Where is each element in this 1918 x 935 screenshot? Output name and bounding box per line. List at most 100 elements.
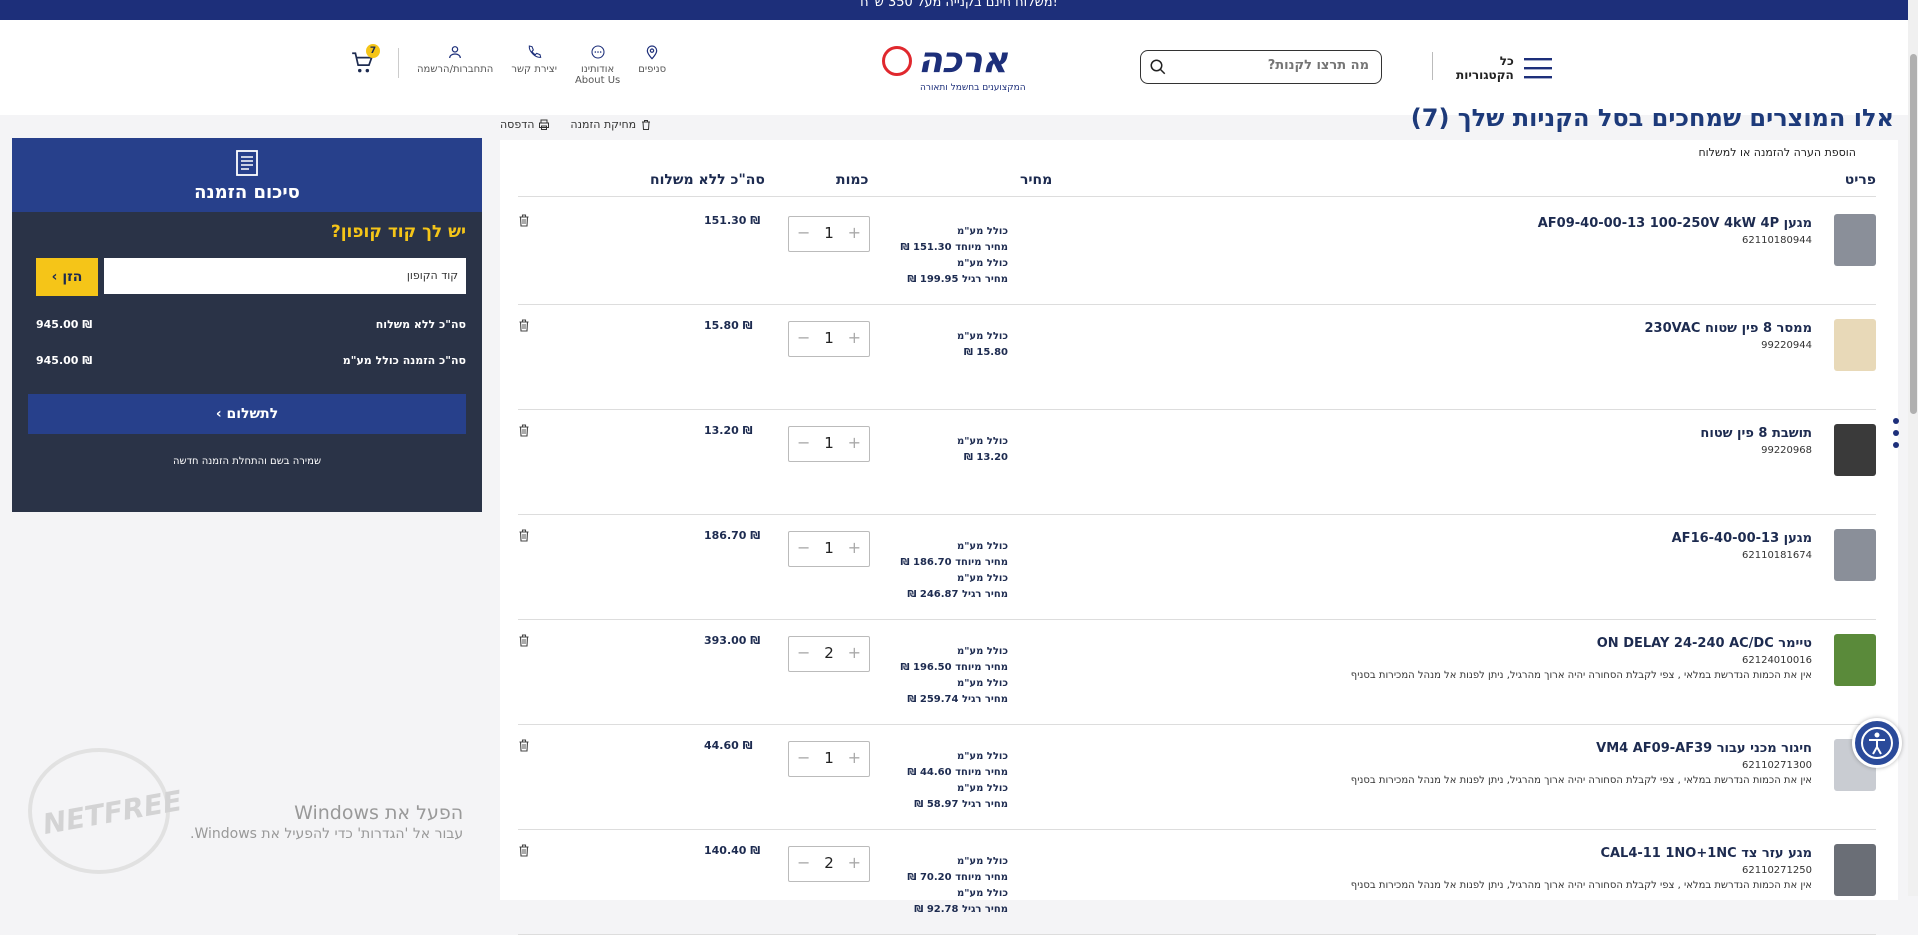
quantity-stepper[interactable]: −1 + [788,531,870,567]
quantity-increase-button[interactable]: + [848,435,861,451]
logo-mark-icon [882,46,912,76]
quantity-stepper[interactable]: −1 + [788,741,870,777]
quantity-value[interactable]: 1 [819,749,839,767]
price-line: כולל מע"מ [956,436,1008,447]
quantity-stepper[interactable]: −2 + [788,636,870,672]
price-line: מחיר מיוחד 186.70 ₪ [900,557,1008,568]
clear-order-button[interactable]: מחיקת הזמנה [570,118,652,131]
site-logo[interactable]: ארכה המקצוענים בחשמל ותאורה [880,40,1026,96]
quantity-increase-button[interactable]: + [848,855,861,871]
remove-item-trash-icon[interactable] [518,424,530,437]
header-nav: 7 התחברות/הרשמה יצירת קשר אודותינו About… [350,44,666,86]
product-thumbnail[interactable] [1834,634,1876,686]
quantity-decrease-button[interactable]: − [797,540,810,556]
quantity-increase-button[interactable]: + [848,645,861,661]
product-thumbnail[interactable] [1834,529,1876,581]
receipt-icon [236,150,258,176]
quantity-decrease-button[interactable]: − [797,750,810,766]
product-name[interactable]: מגען AF16-40-00-13 [1672,531,1812,546]
checkout-button[interactable]: ‹ לתשלום [28,394,466,434]
product-name[interactable]: חיגור מכני עבור VM4 AF09-AF39 [1596,741,1812,756]
product-name[interactable]: טיימר ON DELAY 24-240 AC/DC [1597,636,1812,651]
nav-about-sublabel: About Us [574,75,621,86]
all-categories-label: כל הקטגוריות [1456,54,1514,82]
product-thumbnail[interactable] [1834,844,1876,896]
product-thumbnail[interactable] [1834,424,1876,476]
nav-about[interactable]: אודותינו About Us [575,44,620,86]
price-line: מחיר רגיל 58.97 ₪ [914,799,1008,810]
quantity-stepper[interactable]: −1 + [788,321,870,357]
price-block: כולל מע"מ 15.80 ₪ [858,329,1008,361]
quantity-decrease-button[interactable]: − [797,330,810,346]
quantity-increase-button[interactable]: + [848,225,861,241]
product-sku: 62110180944 [1742,235,1812,246]
save-order-link[interactable]: שמירה בשם והתחלת הזמנה חדשה [12,456,482,467]
checkout-label: לתשלום [226,406,279,422]
price-line: מחיר מיוחד 70.20 ₪ [907,872,1008,883]
search-input[interactable] [1167,57,1371,74]
price-block: כולל מע"מ מחיר מיוחד 70.20 ₪ כולל מע"מ מחיר… [858,854,1008,918]
nav-branches[interactable]: סניפים [638,44,666,75]
quantity-decrease-button[interactable]: − [797,435,810,451]
quantity-increase-button[interactable]: + [848,750,861,766]
remove-item-trash-icon[interactable] [518,529,530,542]
print-button[interactable]: הדפסה [500,118,550,131]
product-sku: 62110271300 [1742,760,1812,771]
price-line: מחיר מיוחד 44.60 ₪ [907,767,1008,778]
total-label: סה"כ הזמנה כולל מע"מ [342,354,466,367]
nav-contact[interactable]: יצירת קשר [511,44,557,75]
side-menu-dots[interactable] [1893,418,1903,454]
scrollbar-thumb[interactable] [1910,54,1917,414]
quantity-increase-button[interactable]: + [848,540,861,556]
quantity-value[interactable]: 1 [819,434,839,452]
row-total: 393.00 ₪ [704,634,761,647]
accessibility-button[interactable] [1852,718,1902,768]
all-categories-button[interactable]: כל הקטגוריות [1456,54,1552,82]
quantity-stepper[interactable]: −2 + [788,846,870,882]
quantity-decrease-button[interactable]: − [797,225,810,241]
quantity-decrease-button[interactable]: − [797,645,810,661]
product-thumbnail[interactable] [1834,319,1876,371]
quantity-value[interactable]: 2 [819,644,839,662]
remove-item-trash-icon[interactable] [518,214,530,227]
remove-item-trash-icon[interactable] [518,844,530,857]
print-label: הדפסה [500,118,535,131]
product-name[interactable]: ממסר 8 פין שטוח 230VAC [1645,321,1812,336]
cart-row: תושבת 8 פין שטוח 99220968 כולל מע"מ 13.20 ₪… [518,410,1876,515]
stock-note: אין את הכמות הנדרשת במלאי , צפי לקבלת הס… [1350,775,1812,786]
product-name[interactable]: תושבת 8 פין שטוח [1700,426,1812,441]
quantity-value[interactable]: 1 [819,329,839,347]
quantity-value[interactable]: 2 [819,854,839,872]
divider [1432,52,1433,80]
remove-item-trash-icon[interactable] [518,739,530,752]
add-order-note-link[interactable]: הוספת הערה להזמנה או למשלוח [1699,146,1857,159]
apply-coupon-button[interactable]: ‹ הזן [36,258,98,296]
product-name[interactable]: מגען AF09-40-00-13 100-250V 4kW 4P [1538,216,1812,231]
remove-item-trash-icon[interactable] [518,319,530,332]
header-price: מחיר [1020,172,1053,188]
price-line: כולל מע"מ [956,646,1008,657]
quantity-stepper[interactable]: −1 + [788,216,870,252]
price-line: כולל מע"מ [956,751,1008,762]
nav-branches-label: סניפים [638,64,667,75]
price-line: כולל מע"מ [956,573,1008,584]
coupon-input[interactable]: קוד הקופון [104,258,466,294]
netfree-watermark: NETFREE [28,748,184,874]
product-name[interactable]: מגע עזר צד CAL4-11 1NO+1NC [1600,846,1812,861]
quantity-value[interactable]: 1 [819,224,839,242]
quantity-stepper[interactable]: −1 + [788,426,870,462]
search-icon[interactable] [1149,58,1167,76]
remove-item-trash-icon[interactable] [518,634,530,647]
price-line: מחיר מיוחד 151.30 ₪ [900,242,1008,253]
product-thumbnail[interactable] [1834,214,1876,266]
quantity-decrease-button[interactable]: − [797,855,810,871]
search-box[interactable] [1140,50,1382,84]
nav-contact-label: יצירת קשר [511,64,557,75]
row-total: 44.60 ₪ [704,739,753,752]
nav-login[interactable]: התחברות/הרשמה [417,44,493,75]
quantity-increase-button[interactable]: + [848,330,861,346]
price-line: כולל מע"מ [956,888,1008,899]
subtotal-label: סה"כ ללא משלוח [375,318,466,331]
cart-button[interactable]: 7 [350,44,380,84]
quantity-value[interactable]: 1 [819,539,839,557]
